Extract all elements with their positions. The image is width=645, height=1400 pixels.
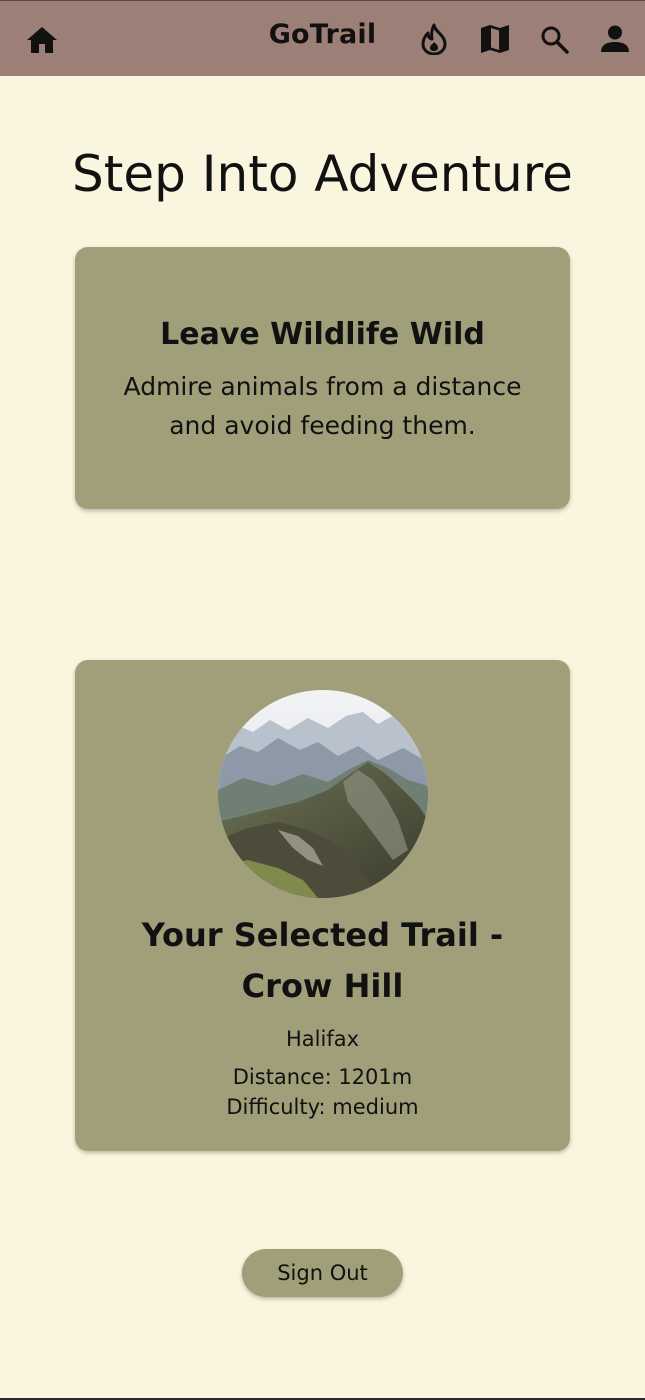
sign-out-button[interactable]: Sign Out (242, 1249, 403, 1297)
trail-title: Your Selected Trail - Crow Hill (141, 916, 504, 1005)
trail-photo (218, 690, 428, 898)
search-icon[interactable] (540, 25, 570, 55)
top-navbar: GoTrail (0, 0, 645, 76)
fire-icon[interactable] (420, 23, 448, 55)
page-title: Step Into Adventure (72, 144, 573, 203)
trail-distance: Distance: 1201m (232, 1065, 413, 1089)
person-icon[interactable] (600, 25, 630, 53)
trail-difficulty: Difficulty: medium (226, 1095, 419, 1119)
trail-location: Halifax (285, 1027, 360, 1051)
tip-title: Leave Wildlife Wild (160, 317, 485, 352)
tip-text: Admire animals from a distance and avoid… (123, 372, 522, 440)
map-icon[interactable] (480, 24, 510, 54)
